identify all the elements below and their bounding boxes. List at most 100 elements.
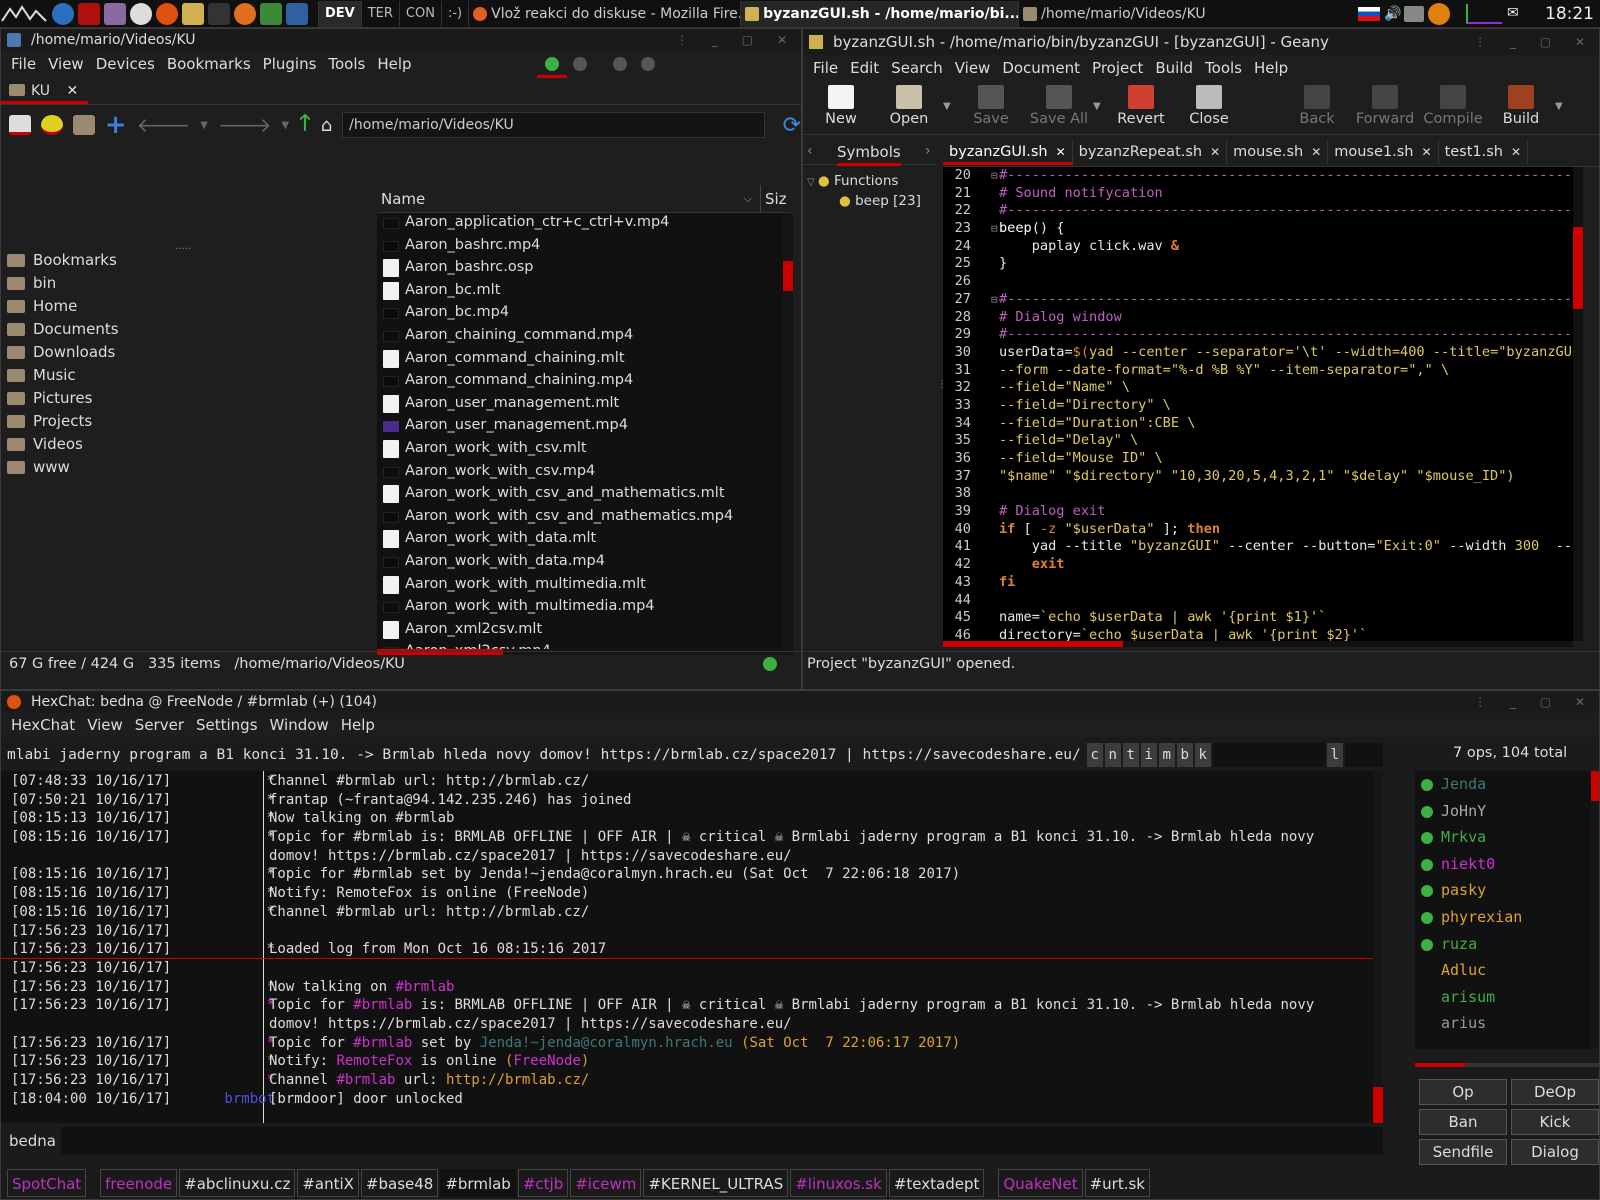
no-connection-icon[interactable] — [1428, 3, 1450, 25]
scrollbar-thumb[interactable] — [783, 261, 793, 291]
scrollbar-thumb[interactable] — [943, 641, 1123, 647]
menu-server[interactable]: Server — [129, 716, 190, 734]
menu-help[interactable]: Help — [335, 716, 381, 734]
user-list-item[interactable]: niekt0 — [1415, 851, 1589, 878]
channel-tab[interactable]: SpotChat — [7, 1169, 87, 1197]
tab-ku[interactable]: KU ✕ — [1, 78, 89, 104]
vertical-splitter[interactable] — [371, 185, 375, 655]
nick-label[interactable]: bedna — [9, 1129, 56, 1153]
dialog-button[interactable]: Dialog — [1511, 1139, 1599, 1165]
menu-view[interactable]: View — [81, 716, 129, 734]
channel-tab[interactable]: #ctjb — [517, 1169, 569, 1197]
channel-tab[interactable]: #KERNEL_ULTRAS — [643, 1169, 789, 1197]
image-editor-launcher-icon[interactable] — [104, 2, 126, 25]
task-filemanager[interactable]: /home/mario/Videos/KU — [1018, 0, 1302, 27]
geany-launcher-icon[interactable] — [182, 2, 204, 25]
go-icon[interactable] — [40, 115, 63, 135]
user-list-item[interactable]: Mrkva — [1415, 824, 1589, 851]
filezilla-launcher-icon[interactable] — [78, 2, 100, 25]
chevron-down-icon[interactable]: ▼ — [200, 120, 208, 131]
chevron-down-icon[interactable]: ▼ — [1555, 101, 1569, 112]
file-row[interactable]: Aaron_chaining_command.mp4 — [377, 324, 777, 347]
close-tab-icon[interactable]: ✕ — [1056, 145, 1066, 159]
save-all-button[interactable]: Save All — [1025, 81, 1093, 127]
menu-tools[interactable]: Tools — [322, 55, 371, 73]
limit-input[interactable] — [1344, 743, 1383, 767]
symbol-item[interactable]: ● beep [23] — [839, 193, 921, 209]
place-projects[interactable]: Projects — [1, 410, 371, 433]
place-bookmarks[interactable]: Bookmarks — [1, 249, 371, 272]
task-geany[interactable]: byzanzGUI.sh - /home/mario/bi... — [740, 0, 1019, 27]
menu-help[interactable]: Help — [1248, 59, 1294, 77]
place-downloads[interactable]: Downloads — [1, 341, 371, 364]
place-pictures[interactable]: Pictures — [1, 387, 371, 410]
file-row[interactable]: Aaron_bc.mlt — [377, 279, 777, 302]
file-row[interactable]: Aaron_work_with_multimedia.mp4 — [377, 595, 777, 618]
menu-help[interactable]: Help — [371, 55, 417, 73]
close-button[interactable]: Close — [1175, 81, 1243, 127]
editor-scrollbar[interactable] — [1573, 167, 1583, 641]
close-tab-icon[interactable]: ✕ — [1422, 145, 1432, 159]
tab-byzanzGUI-sh[interactable]: byzanzGUI.sh ✕ — [943, 139, 1073, 165]
file-row[interactable]: Aaron_user_management.mlt — [377, 392, 777, 415]
forward-icon[interactable]: 🡒 — [218, 113, 272, 137]
app-launcher-icon[interactable] — [130, 2, 152, 25]
expander-icon[interactable]: ▽ — [807, 177, 818, 188]
file-row[interactable]: Aaron_work_with_csv.mp4 — [377, 460, 777, 483]
close-tab-icon[interactable]: ✕ — [67, 83, 79, 99]
user-list-item[interactable]: Adluc — [1415, 957, 1589, 984]
scrollbar-thumb[interactable] — [1591, 771, 1599, 801]
file-list-scrollbar[interactable] — [783, 213, 793, 655]
menu-hexchat[interactable]: HexChat — [5, 716, 81, 734]
clock[interactable]: 18:21 — [1545, 0, 1594, 28]
menu-build[interactable]: Build — [1149, 59, 1199, 77]
game-launcher-icon[interactable] — [208, 2, 230, 25]
channel-tab[interactable]: #linuxos.sk — [790, 1169, 887, 1197]
ban-button[interactable]: Ban — [1419, 1109, 1507, 1135]
file-row[interactable]: Aaron_work_with_csv.mlt — [377, 437, 777, 460]
file-row[interactable]: Aaron_application_ctr+c_ctrl+v.mp4 — [377, 211, 777, 234]
window-buttons[interactable]: ⋮ _ ▢ ✕ — [1474, 29, 1595, 55]
message-input[interactable] — [61, 1127, 1383, 1155]
file-row[interactable]: Aaron_work_with_data.mlt — [377, 527, 777, 550]
up-icon[interactable]: 🡑 — [299, 106, 310, 144]
tab-symbols[interactable]: Symbols — [837, 143, 901, 166]
tab-test1-sh[interactable]: test1.sh ✕ — [1439, 139, 1529, 165]
start-menu-icon[interactable] — [0, 1, 50, 27]
deop-button[interactable]: DeOp — [1511, 1079, 1599, 1105]
symbol-group[interactable]: ▽ ● Functions — [807, 173, 898, 189]
menu-view[interactable]: View — [42, 55, 90, 73]
geany-titlebar[interactable]: byzanzGUI.sh - /home/mario/bin/byzanzGUI… — [803, 29, 1599, 55]
file-row[interactable]: Aaron_command_chaining.mlt — [377, 347, 777, 370]
slovak-flag-icon[interactable] — [1358, 7, 1380, 21]
menu-file[interactable]: File — [5, 55, 42, 73]
scrollbar-thumb[interactable] — [1573, 227, 1583, 309]
mode-button-limit[interactable]: l — [1326, 743, 1343, 767]
sendfile-button[interactable]: Sendfile — [1419, 1139, 1507, 1165]
refresh-icon[interactable]: ⟳ — [783, 113, 801, 138]
op-button[interactable]: Op — [1419, 1079, 1507, 1105]
menu-search[interactable]: Search — [885, 59, 949, 77]
file-row[interactable]: Aaron_work_with_multimedia.mlt — [377, 573, 777, 596]
mode-button-b[interactable]: b — [1176, 743, 1193, 767]
chevron-down-icon[interactable]: ▼ — [1093, 101, 1107, 112]
forward-button[interactable]: Forward — [1351, 81, 1419, 127]
mode-button-c[interactable]: c — [1086, 743, 1103, 767]
close-tab-icon[interactable]: ✕ — [1210, 145, 1220, 159]
menu-settings[interactable]: Settings — [190, 716, 264, 734]
editor-hscrollbar[interactable] — [943, 641, 1573, 647]
chat-scrollbar[interactable] — [1373, 771, 1383, 1123]
place-music[interactable]: Music — [1, 364, 371, 387]
volume-icon[interactable]: 🔊 — [1384, 6, 1401, 22]
home-icon[interactable]: ⌂ — [321, 115, 332, 136]
file-row[interactable]: Aaron_bashrc.osp — [377, 256, 777, 279]
menu-view[interactable]: View — [949, 59, 997, 77]
menu-edit[interactable]: Edit — [844, 59, 885, 77]
mode-button-k[interactable]: k — [1194, 743, 1211, 767]
channel-tab[interactable]: #brmlab — [440, 1169, 516, 1197]
menu-plugins[interactable]: Plugins — [257, 55, 323, 73]
kick-button[interactable]: Kick — [1511, 1109, 1599, 1135]
place-documents[interactable]: Documents — [1, 318, 371, 341]
menu-project[interactable]: Project — [1086, 59, 1149, 77]
channel-tab[interactable]: #base48 — [360, 1169, 439, 1197]
